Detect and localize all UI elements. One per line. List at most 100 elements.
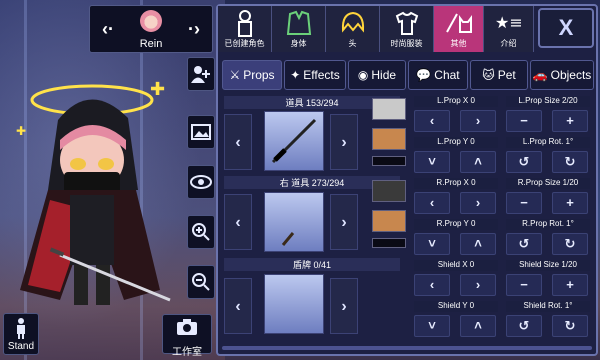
prop-preview[interactable]: [264, 111, 324, 171]
control-label: R.Prop Y 0: [414, 219, 498, 230]
increase-button[interactable]: ›: [460, 274, 496, 296]
rotate-cw-button[interactable]: ↻: [552, 151, 588, 173]
decrease-button[interactable]: ‹: [414, 110, 450, 132]
size-increase-button[interactable]: +: [552, 192, 588, 214]
panel-bottom-bar: [222, 346, 592, 350]
rotate-ccw-button[interactable]: ↺: [506, 233, 542, 255]
decrease-button[interactable]: ‹: [414, 192, 450, 214]
tab-label: 头: [348, 39, 357, 48]
decrease-button[interactable]: ˅: [414, 151, 450, 173]
tab-body[interactable]: 身体: [272, 6, 326, 52]
visibility-button[interactable]: [187, 165, 215, 199]
subtab-label: Props: [243, 68, 275, 82]
stand-button[interactable]: Stand: [3, 313, 39, 355]
chevron-right-icon[interactable]: ·›: [188, 19, 200, 40]
subtab-chat[interactable]: 💬 Chat: [408, 60, 468, 90]
studio-button[interactable]: 工作室: [162, 314, 212, 358]
rotate-ccw-button[interactable]: ↺: [506, 315, 542, 337]
next-shield-button[interactable]: ›: [330, 278, 358, 334]
color-swatch[interactable]: [372, 238, 406, 248]
dagger-icon: [281, 232, 295, 246]
color-swatch[interactable]: [372, 180, 406, 202]
subtab-effects[interactable]: ✦ Effects: [284, 60, 346, 90]
katana-icon: [271, 118, 317, 164]
eye-icon: [190, 175, 212, 189]
tab-created-characters[interactable]: 已创建角色: [218, 6, 272, 52]
character-selector: ‹· ·› Rein: [89, 5, 213, 53]
tab-other[interactable]: 其他: [434, 6, 484, 52]
rotate-ccw-button[interactable]: ↺: [506, 151, 542, 173]
decrease-button[interactable]: ˅: [414, 233, 450, 255]
avatar[interactable]: [140, 10, 162, 32]
size-increase-button[interactable]: +: [552, 110, 588, 132]
sparkle-icon: ✦: [290, 68, 301, 82]
shield-preview[interactable]: [264, 274, 324, 334]
next-prop-button[interactable]: ›: [330, 114, 358, 170]
next-prop-button[interactable]: ›: [330, 194, 358, 250]
subtab-hide[interactable]: ◉ Hide: [348, 60, 406, 90]
car-icon: 🚗: [532, 68, 548, 82]
increase-button[interactable]: ›: [460, 192, 496, 214]
studio-label: 工作室: [172, 347, 202, 358]
increase-button[interactable]: ›: [460, 110, 496, 132]
size-decrease-button[interactable]: −: [506, 192, 542, 214]
zoom-in-icon: [192, 223, 210, 241]
size-decrease-button[interactable]: −: [506, 274, 542, 296]
prev-prop-button[interactable]: ‹: [224, 194, 252, 250]
subtab-objects[interactable]: 🚗 Objects: [530, 60, 594, 90]
increase-button[interactable]: ˄: [460, 233, 496, 255]
control-label: L.Prop Rot. 1°: [506, 137, 590, 148]
sword-cat-icon: [445, 13, 472, 33]
zoom-out-icon: [192, 273, 210, 291]
rotate-cw-button[interactable]: ↻: [552, 315, 588, 337]
close-button[interactable]: X: [538, 8, 594, 48]
sword-icon: ⚔: [229, 68, 241, 82]
tab-label: 介绍: [500, 39, 517, 48]
size-increase-button[interactable]: +: [552, 274, 588, 296]
control-label: R.Prop Size 1/20: [506, 178, 590, 189]
control-label: L.Prop Size 2/20: [506, 96, 590, 107]
add-person-icon: [191, 66, 210, 83]
control-label: R.Prop Rot. 1°: [506, 219, 590, 230]
zoom-in-button[interactable]: [187, 215, 215, 249]
tab-fashion[interactable]: 时尚服装: [380, 6, 434, 52]
chevron-left-icon[interactable]: ‹·: [102, 19, 114, 40]
prev-shield-button[interactable]: ‹: [224, 278, 252, 334]
decrease-button[interactable]: ‹: [414, 274, 450, 296]
control-label: Shield Y 0: [414, 301, 498, 312]
increase-button[interactable]: ˄: [460, 315, 496, 337]
subtab-props[interactable]: ⚔ Props: [222, 60, 282, 90]
subtab-label: Effects: [303, 68, 340, 82]
color-swatch[interactable]: [372, 128, 406, 150]
person-icon: [237, 10, 252, 37]
background-button[interactable]: [187, 115, 215, 149]
color-swatch[interactable]: [372, 156, 406, 166]
prop-preview[interactable]: [264, 192, 324, 252]
image-icon: [191, 124, 211, 140]
tab-label: 其他: [450, 39, 467, 48]
control-label: R.Prop X 0: [414, 178, 498, 189]
tab-head[interactable]: 头: [326, 6, 380, 52]
tab-intro[interactable]: ★≡ 介绍: [484, 6, 534, 52]
subtab-pet[interactable]: 🐱 Pet: [470, 60, 528, 90]
color-swatch[interactable]: [372, 98, 406, 120]
size-decrease-button[interactable]: −: [506, 110, 542, 132]
zoom-out-button[interactable]: [187, 265, 215, 299]
person-icon: [17, 318, 25, 339]
tab-label: 身体: [290, 39, 307, 48]
tab-label: 已创建角色: [224, 39, 265, 48]
color-swatch[interactable]: [372, 210, 406, 232]
rotate-cw-button[interactable]: ↻: [552, 233, 588, 255]
control-label: Shield Rot. 1°: [506, 301, 590, 312]
control-label: L.Prop Y 0: [414, 137, 498, 148]
decrease-button[interactable]: ˅: [414, 315, 450, 337]
increase-button[interactable]: ˄: [460, 151, 496, 173]
character-figure: ✚ ✚: [16, 79, 171, 305]
eye-icon: ◉: [357, 68, 369, 82]
prev-prop-button[interactable]: ‹: [224, 114, 252, 170]
customize-panel: 已创建角色 身体 头 时尚服装 其他 ★≡ 介绍 X ⚔ Props ✦ Effec…: [216, 4, 598, 356]
add-person-button[interactable]: [187, 57, 215, 91]
svg-text:✚: ✚: [16, 124, 26, 138]
hair-icon: [341, 11, 364, 33]
slot-title: 盾牌 0/41: [224, 258, 400, 271]
